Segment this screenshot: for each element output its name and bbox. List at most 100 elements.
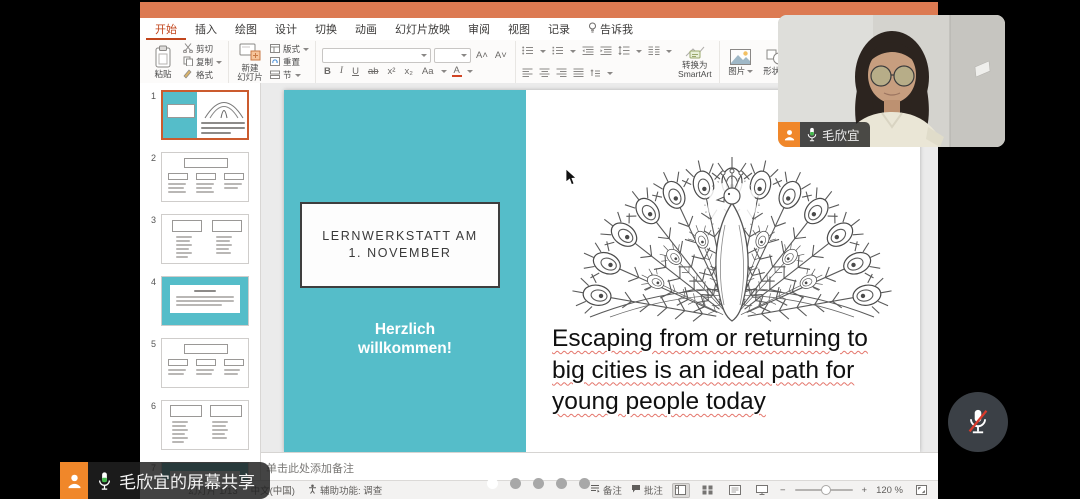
picture-label: 图片 — [728, 67, 745, 76]
bullets-icon[interactable] — [522, 42, 534, 60]
paste-label: 粘贴 — [154, 70, 171, 79]
change-case-button[interactable]: Aa — [420, 66, 436, 77]
italic-button[interactable]: I — [338, 66, 345, 76]
reading-view-button[interactable] — [726, 483, 744, 498]
webcam-name-label: 毛欣宜 — [778, 122, 870, 147]
format-painter-button[interactable]: 格式 — [183, 70, 222, 81]
dropdown-caret-icon — [666, 50, 672, 53]
avatar — [60, 462, 88, 499]
copy-button[interactable]: 复制 — [183, 57, 222, 68]
webcam-video[interactable]: 毛欣宜 — [778, 15, 1005, 147]
convert-smartart-button[interactable]: 转换为 SmartArt — [677, 46, 713, 79]
increase-font-button[interactable]: A˄ — [474, 50, 490, 61]
text-direction-icon[interactable] — [590, 64, 601, 82]
mic-muted-button[interactable] — [948, 392, 1008, 452]
zoom-slider-knob[interactable] — [821, 485, 831, 495]
slide-heading-text[interactable]: Escaping from or returning to big cities… — [552, 323, 922, 418]
notes-toggle-label: 备注 — [603, 483, 622, 497]
tab-draw[interactable]: 绘图 — [226, 18, 266, 40]
thumbnail-slide-2[interactable]: 2 — [147, 152, 260, 202]
tab-tell-me-label: 告诉我 — [600, 21, 633, 37]
thumbnail-slide-5[interactable]: 5 — [147, 338, 260, 388]
notes-toggle[interactable]: 备注 — [590, 483, 622, 497]
slide-subtitle-line: Herzlich — [284, 320, 526, 339]
normal-view-button[interactable] — [672, 483, 690, 498]
section-button[interactable]: 节 — [270, 70, 309, 81]
decrease-font-button[interactable]: A˅ — [493, 50, 509, 61]
tab-slideshow[interactable]: 幻灯片放映 — [386, 18, 459, 40]
slide-sorter-view-button[interactable] — [699, 483, 717, 498]
line-spacing-icon[interactable] — [618, 42, 630, 60]
thumbnail-slide-3[interactable]: 3 — [147, 214, 260, 264]
page-indicator-dots — [487, 478, 590, 489]
paste-button[interactable]: 粘贴 — [148, 45, 178, 79]
dropdown-caret-icon — [607, 72, 613, 75]
cut-button[interactable]: 剪切 — [183, 44, 222, 55]
page-dot[interactable] — [510, 478, 521, 489]
new-slide-button[interactable]: 新建 幻灯片 — [235, 42, 265, 82]
accessibility-status[interactable]: 辅助功能: 调查 — [308, 483, 382, 497]
dropdown-caret-icon — [540, 50, 546, 53]
notes-pane[interactable]: 单击此处添加备注 — [261, 452, 938, 480]
font-color-button[interactable]: A — [452, 66, 462, 77]
fit-slide-to-window-button[interactable] — [912, 483, 930, 498]
superscript-button[interactable]: x² — [386, 66, 398, 77]
tab-transitions[interactable]: 切换 — [306, 18, 346, 40]
tab-review[interactable]: 审阅 — [459, 18, 499, 40]
notes-icon — [590, 484, 600, 496]
justify-icon[interactable] — [573, 64, 584, 82]
comments-toggle[interactable]: 批注 — [631, 483, 663, 497]
underline-button[interactable]: U — [350, 66, 361, 77]
zoom-out-button[interactable]: − — [780, 485, 786, 496]
increase-indent-icon[interactable] — [600, 42, 612, 60]
dropdown-caret-icon — [747, 70, 753, 73]
slide-title-line: LERNWERKSTATT AM — [322, 228, 477, 245]
thumbnail-slide-1[interactable]: 1 — [147, 90, 260, 140]
slide-subtitle[interactable]: Herzlich willkommen! — [284, 320, 526, 358]
zoom-in-button[interactable]: + — [862, 485, 868, 496]
subscript-button[interactable]: x₂ — [402, 66, 414, 77]
columns-icon[interactable] — [648, 42, 660, 60]
tab-insert[interactable]: 插入 — [186, 18, 226, 40]
layout-label: 版式 — [283, 43, 300, 55]
zoom-slider[interactable] — [795, 489, 853, 491]
bold-button[interactable]: B — [322, 66, 333, 77]
tab-design[interactable]: 设计 — [266, 18, 306, 40]
decrease-indent-icon[interactable] — [582, 42, 594, 60]
tab-tell-me[interactable]: 告诉我 — [579, 18, 642, 40]
scissors-icon — [183, 43, 193, 55]
tab-home[interactable]: 开始 — [146, 18, 186, 40]
tab-record[interactable]: 记录 — [539, 18, 579, 40]
reset-button[interactable]: 重置 — [270, 57, 309, 68]
slideshow-view-button[interactable] — [753, 483, 771, 498]
slide-subtitle-line: willkommen! — [284, 339, 526, 358]
section-icon — [270, 70, 280, 81]
page-dot[interactable] — [556, 478, 567, 489]
thumbnail-number: 2 — [147, 152, 156, 163]
thumbnail-number: 4 — [147, 276, 156, 287]
zoom-level[interactable]: 120 % — [876, 485, 903, 496]
page-dot[interactable] — [579, 478, 590, 489]
slide-title-box[interactable]: LERNWERKSTATT AM 1. NOVEMBER — [300, 202, 500, 288]
thumbnail-number: 5 — [147, 338, 156, 349]
picture-button[interactable]: 图片 — [726, 49, 756, 76]
peacock-illustration — [562, 133, 902, 325]
page-dot[interactable] — [533, 478, 544, 489]
slide-title-line: 1. NOVEMBER — [348, 245, 451, 262]
thumbnail-slide-4[interactable]: 4 — [147, 276, 260, 326]
font-size-combobox[interactable] — [434, 48, 471, 63]
section-label: 节 — [283, 69, 292, 81]
font-name-combobox[interactable] — [322, 48, 431, 63]
layout-button[interactable]: 版式 — [270, 44, 309, 55]
align-left-icon[interactable] — [522, 64, 533, 82]
comments-toggle-label: 批注 — [644, 483, 663, 497]
align-right-icon[interactable] — [556, 64, 567, 82]
thumbnail-slide-6[interactable]: 6 — [147, 400, 260, 450]
strikethrough-button[interactable]: ab — [366, 66, 381, 77]
page-dot[interactable] — [487, 478, 498, 489]
tab-animations[interactable]: 动画 — [346, 18, 386, 40]
mic-active-icon — [98, 471, 111, 491]
align-center-icon[interactable] — [539, 64, 550, 82]
tab-view[interactable]: 视图 — [499, 18, 539, 40]
numbering-icon[interactable] — [552, 42, 564, 60]
